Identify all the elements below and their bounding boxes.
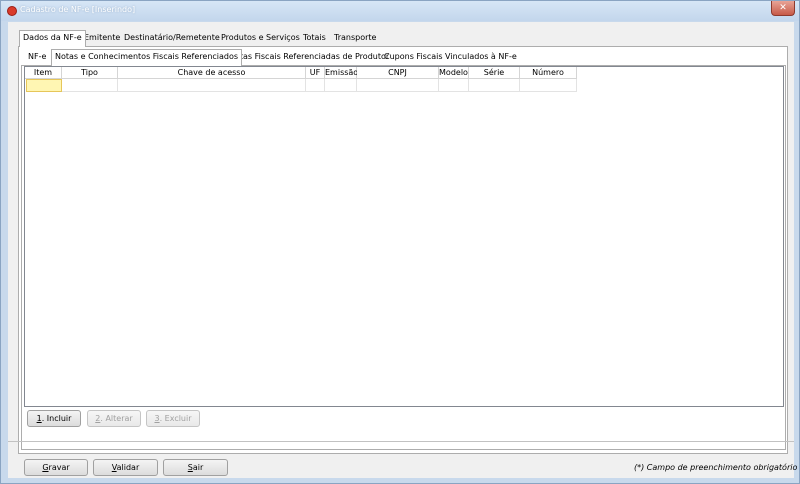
title-bar[interactable]: Cadastro de NF-e [Inserindo] ✕ xyxy=(1,1,799,21)
sair-label: air xyxy=(192,463,204,472)
column-header-emissao[interactable]: Emissão xyxy=(325,67,358,79)
sair-button[interactable]: Sair xyxy=(163,459,228,476)
validar-button[interactable]: Validar xyxy=(93,459,158,476)
tab-produtos-e-servicos[interactable]: Produtos e Serviços xyxy=(218,31,303,46)
grid-cell-uf[interactable] xyxy=(306,79,325,92)
grid-cell-numero[interactable] xyxy=(520,79,577,92)
column-header-modelo[interactable]: Modelo xyxy=(439,67,469,79)
required-field-note: (*) Campo de preenchimento obrigatório xyxy=(634,463,798,472)
excluir-button[interactable]: 3. Excluir xyxy=(146,410,200,427)
excluir-label: . Excluir xyxy=(159,414,192,423)
incluir-button[interactable]: 1. Incluir xyxy=(27,410,81,427)
column-header-chave-de-acesso[interactable]: Chave de acesso xyxy=(118,67,306,79)
subtab-notas-produtor[interactable]: Notas Fiscais Referenciadas de Produtor xyxy=(226,50,392,65)
column-header-tipo[interactable]: Tipo xyxy=(62,67,118,79)
subtab-nfe[interactable]: NF-e xyxy=(25,50,49,65)
column-header-serie[interactable]: Série xyxy=(469,67,520,79)
grid-cell-cnpj[interactable] xyxy=(357,79,439,92)
grid-cell-item[interactable] xyxy=(26,79,62,92)
tab-destinatario-remetente[interactable]: Destinatário/Remetente xyxy=(121,31,223,46)
grid-cell-serie[interactable] xyxy=(469,79,520,92)
app-icon xyxy=(7,6,17,16)
column-header-cnpj[interactable]: CNPJ xyxy=(357,67,439,79)
alterar-button[interactable]: 2. Alterar xyxy=(87,410,141,427)
subtab-cupons-fiscais[interactable]: Cupons Fiscais Vinculados à NF-e xyxy=(381,50,520,65)
tab-transporte[interactable]: Transporte xyxy=(331,31,379,46)
footer-separator xyxy=(8,441,794,442)
alterar-label: . Alterar xyxy=(100,414,133,423)
tab-totais[interactable]: Totais xyxy=(300,31,329,46)
referenced-notes-grid[interactable]: Item Tipo Chave de acesso UF Emissão CNP… xyxy=(24,66,784,407)
subtab-notas-conhecimentos-referenciados[interactable]: Notas e Conhecimentos Fiscais Referencia… xyxy=(51,49,243,66)
column-header-uf[interactable]: UF xyxy=(306,67,325,79)
grid-cell-emissao[interactable] xyxy=(325,79,357,92)
column-header-item[interactable]: Item xyxy=(25,67,62,79)
tab-emitente[interactable]: Emitente xyxy=(81,31,123,46)
window-title: Cadastro de NF-e [Inserindo] xyxy=(20,5,136,14)
gravar-button[interactable]: Gravar xyxy=(24,459,88,476)
incluir-label: . Incluir xyxy=(41,414,72,423)
window: Cadastro de NF-e [Inserindo] ✕ Dados da … xyxy=(0,0,800,484)
tab-dados-da-nfe[interactable]: Dados da NF-e xyxy=(19,30,86,47)
grid-cell-tipo[interactable] xyxy=(62,79,118,92)
column-header-numero[interactable]: Número xyxy=(520,67,577,79)
grid-cell-chave-de-acesso[interactable] xyxy=(118,79,306,92)
gravar-label: ravar xyxy=(48,463,70,472)
validar-label: alidar xyxy=(116,463,140,472)
grid-cell-modelo[interactable] xyxy=(439,79,469,92)
close-button[interactable]: ✕ xyxy=(771,1,795,16)
